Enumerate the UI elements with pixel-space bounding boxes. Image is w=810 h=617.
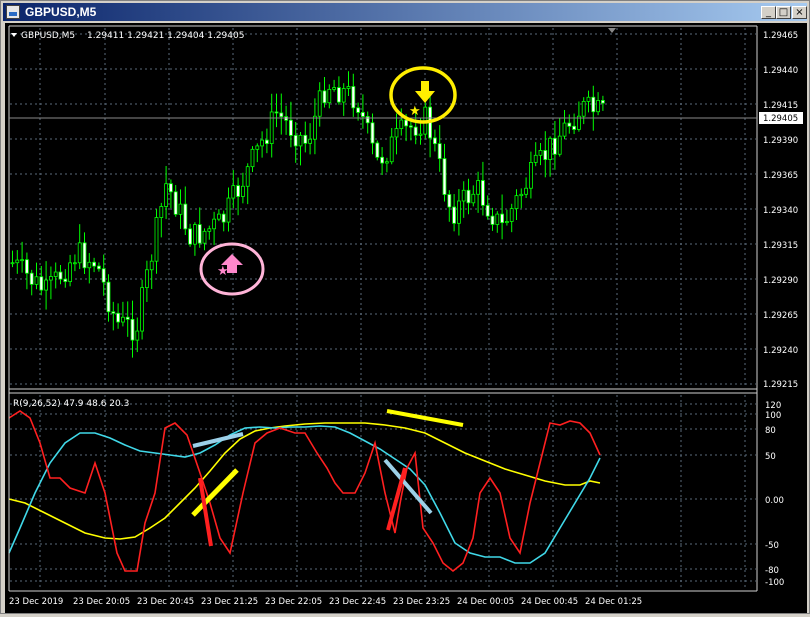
indicator-tick: 50 — [765, 452, 776, 462]
time-axis: 23 Dec 2019 23 Dec 20:05 23 Dec 20:45 23… — [9, 597, 642, 607]
price-tick: 1.29440 — [763, 66, 798, 76]
price-tick: 1.29240 — [763, 346, 798, 356]
indicator-tick: -50 — [765, 541, 779, 551]
time-label: 24 Dec 00:45 — [521, 597, 578, 607]
time-label: 23 Dec 22:05 — [265, 597, 322, 607]
price-tick: 1.29365 — [763, 171, 798, 181]
candles — [10, 71, 605, 358]
time-label: 24 Dec 00:05 — [457, 597, 514, 607]
chart-canvas[interactable]: GBPUSD,M5 1.29411 1.29421 1.29404 1.2940… — [5, 23, 807, 613]
indicator-tick: 80 — [765, 426, 776, 436]
buy-signal-annotation: ★ — [199, 242, 265, 296]
yellow-trend-stroke — [386, 409, 464, 427]
title-bar[interactable]: GBPUSD,M5 _ □ × — [3, 3, 807, 21]
price-tick: 1.29465 — [763, 31, 798, 41]
window-title: GBPUSD,M5 — [25, 5, 97, 19]
indicator-tick: 120 — [765, 401, 781, 411]
maximize-button[interactable]: □ — [776, 6, 791, 19]
star-icon: ★ — [217, 264, 229, 279]
down-arrow-icon — [415, 81, 435, 103]
star-icon: ★ — [409, 104, 421, 119]
indicator-tick: -100 — [765, 578, 784, 588]
current-price-label: 1.29405 — [763, 114, 798, 124]
price-tick: 1.29415 — [763, 101, 798, 111]
shift-marker-icon — [608, 28, 616, 33]
yellow-trend-stroke — [191, 468, 239, 517]
indicator-lines — [8, 410, 601, 573]
close-button[interactable]: × — [792, 6, 807, 19]
indicator-axis: 120 100 80 50 0.00 -50 -80 -100 — [765, 401, 784, 588]
minimize-button[interactable]: _ — [761, 6, 776, 19]
price-tick: 1.29315 — [763, 241, 798, 251]
time-label: 23 Dec 23:25 — [393, 597, 450, 607]
indicator-label: R(9,26,52) 47.9 48.6 20.3 — [13, 399, 129, 409]
price-tick: 1.29390 — [763, 136, 798, 146]
indicator-tick: -80 — [765, 566, 779, 576]
indicator-tick: 0.00 — [765, 496, 784, 506]
time-label: 23 Dec 20:05 — [73, 597, 130, 607]
chevron-down-icon[interactable] — [11, 33, 17, 37]
price-tick: 1.29215 — [763, 380, 798, 390]
chart-symbol: GBPUSD,M5 — [21, 31, 75, 41]
price-tick: 1.29340 — [763, 206, 798, 216]
sell-signal-annotation: ★ — [389, 66, 457, 124]
chart-window: GBPUSD,M5 _ □ × GBPUSD,M5 1.29411 1.2942… — [0, 0, 810, 614]
time-label: 23 Dec 20:45 — [137, 597, 194, 607]
grid-lines — [10, 28, 756, 589]
time-label: 23 Dec 22:45 — [329, 597, 386, 607]
price-tick: 1.29290 — [763, 276, 798, 286]
chart-ohlc: 1.29411 1.29421 1.29404 1.29405 — [87, 31, 244, 41]
time-label: 23 Dec 2019 — [9, 597, 63, 607]
chart-app-icon — [6, 5, 20, 19]
price-axis: 1.29465 1.29440 1.29415 1.29390 1.29365 … — [759, 31, 803, 390]
time-label: 23 Dec 21:25 — [201, 597, 258, 607]
indicator-tick: 100 — [765, 411, 781, 421]
time-label: 24 Dec 01:25 — [585, 597, 642, 607]
price-tick: 1.29265 — [763, 311, 798, 321]
chart-area[interactable]: GBPUSD,M5 1.29411 1.29421 1.29404 1.2940… — [5, 23, 807, 613]
